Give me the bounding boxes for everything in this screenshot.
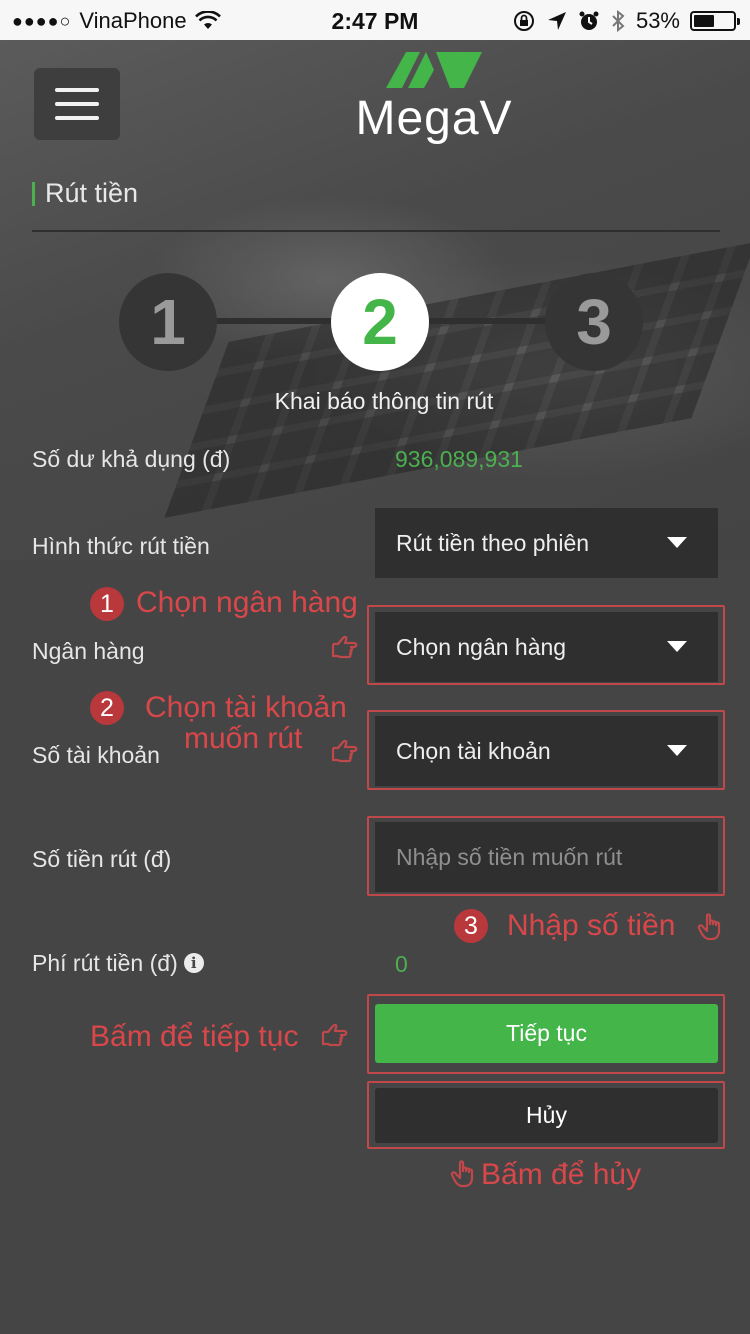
rotation-lock-icon — [513, 11, 534, 31]
fee-value: 0 — [395, 951, 408, 977]
cancel-button[interactable]: Hủy — [375, 1088, 718, 1143]
pointing-hand-right-icon — [331, 635, 358, 659]
bluetooth-icon — [612, 9, 625, 33]
caret-down-icon — [667, 641, 687, 652]
status-right: 53% — [512, 8, 740, 34]
amount-placeholder: Nhập số tiền muốn rút — [396, 843, 623, 870]
method-selected-value: Rút tiền theo phiên — [396, 529, 590, 556]
battery-level — [694, 15, 715, 27]
annotation-choose-account-line2: muốn rút — [184, 722, 303, 755]
annotation-badge-3: 3 — [454, 909, 488, 943]
hamburger-menu-button[interactable] — [34, 68, 120, 140]
fee-label: Phí rút tiền (đ) i — [32, 950, 204, 977]
fee-label-text: Phí rút tiền (đ) — [32, 950, 178, 976]
title-divider — [32, 230, 720, 232]
status-bar: ●●●●○ VinaPhone 2:47 PM 53% — [0, 0, 750, 40]
battery-icon — [690, 11, 740, 31]
megav-logo: MegaV — [334, 50, 534, 160]
caret-down-icon — [667, 745, 687, 756]
balance-label: Số dư khả dụng (đ) — [32, 446, 231, 472]
pointing-hand-right-icon — [321, 1023, 348, 1047]
annotation-choose-account: Chọn tài khoản — [145, 691, 347, 724]
step-caption: Khai báo thông tin rút — [274, 388, 494, 414]
menu-line — [55, 102, 99, 106]
megav-logo-mark — [386, 52, 482, 88]
caret-down-icon — [667, 537, 687, 548]
annotation-choose-bank: Chọn ngân hàng — [136, 586, 358, 619]
bank-label: Ngân hàng — [32, 638, 145, 664]
amount-input[interactable]: Nhập số tiền muốn rút — [375, 822, 718, 892]
withdraw-method-select[interactable]: Rút tiền theo phiên — [375, 508, 718, 578]
menu-line — [55, 116, 99, 120]
annotation-press-cancel: Bấm để hủy — [481, 1158, 642, 1191]
bank-selected-value: Chọn ngân hàng — [396, 633, 567, 660]
location-arrow-icon — [547, 12, 566, 30]
annotation-press-continue: Bấm để tiếp tục — [90, 1020, 299, 1053]
menu-line — [55, 88, 99, 92]
page-title-text: Rút tiền — [45, 178, 139, 208]
account-selected-value: Chọn tài khoản — [396, 737, 551, 764]
pointing-hand-up-icon — [450, 1160, 474, 1188]
method-label: Hình thức rút tiền — [32, 533, 210, 559]
amount-label: Số tiền rút (đ) — [32, 846, 172, 872]
alarm-icon — [579, 11, 599, 30]
step-2-active: 2 — [331, 273, 429, 371]
title-accent-bar — [32, 181, 35, 206]
step-3: 3 — [545, 273, 643, 371]
account-label: Số tài khoản — [32, 742, 160, 768]
laptop-keyboard-photo — [164, 242, 750, 518]
pointing-hand-up-icon — [697, 913, 721, 941]
battery-percent: 53% — [635, 8, 680, 33]
continue-button[interactable]: Tiếp tục — [375, 1004, 718, 1063]
bank-select[interactable]: Chọn ngân hàng — [375, 612, 718, 682]
logo-text: MegaV — [355, 92, 513, 145]
balance-value: 936,089,931 — [395, 446, 523, 472]
account-select[interactable]: Chọn tài khoản — [375, 716, 718, 786]
info-icon[interactable]: i — [183, 952, 204, 973]
step-1: 1 — [119, 273, 217, 371]
annotation-badge-2: 2 — [90, 691, 124, 725]
pointing-hand-right-icon — [331, 739, 358, 763]
page-title: Rút tiền — [32, 178, 138, 209]
annotation-badge-1: 1 — [90, 587, 124, 621]
annotation-enter-amount: Nhập số tiền — [507, 909, 676, 942]
